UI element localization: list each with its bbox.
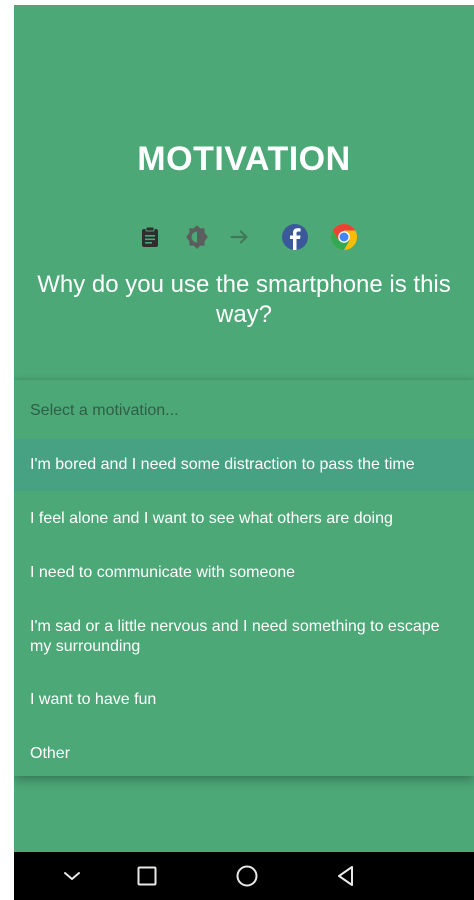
clipboard-icon bbox=[136, 223, 164, 251]
dropdown-option-other[interactable]: Other bbox=[14, 744, 474, 764]
facebook-icon bbox=[281, 223, 309, 251]
dropdown-option-sad[interactable]: I'm sad or a little nervous and I need s… bbox=[14, 617, 474, 657]
arrow-right-icon bbox=[226, 223, 254, 251]
dropdown-option-communicate[interactable]: I need to communicate with someone bbox=[14, 563, 474, 583]
app-screen: MOTIVATION Why do you use the smartphone… bbox=[14, 5, 474, 900]
square-icon[interactable] bbox=[135, 864, 159, 888]
chevron-down-icon[interactable] bbox=[60, 864, 84, 888]
chrome-icon bbox=[330, 223, 358, 251]
triangle-back-icon[interactable] bbox=[334, 864, 358, 888]
app-icon-row bbox=[14, 223, 474, 253]
circle-icon[interactable] bbox=[235, 864, 259, 888]
dropdown-option-alone[interactable]: I feel alone and I want to see what othe… bbox=[14, 509, 474, 529]
system-navigation-bar bbox=[14, 852, 474, 900]
dropdown-option-bored[interactable]: I'm bored and I need some distraction to… bbox=[14, 439, 474, 491]
question-text: Why do you use the smartphone is this wa… bbox=[37, 271, 451, 328]
brightness-icon bbox=[183, 223, 211, 251]
page-title: MOTIVATION bbox=[137, 140, 351, 178]
motivation-dropdown[interactable]: Select a motivation... I'm bored and I n… bbox=[14, 380, 474, 776]
dropdown-placeholder: Select a motivation... bbox=[30, 402, 179, 419]
dropdown-option-fun[interactable]: I want to have fun bbox=[14, 690, 474, 710]
